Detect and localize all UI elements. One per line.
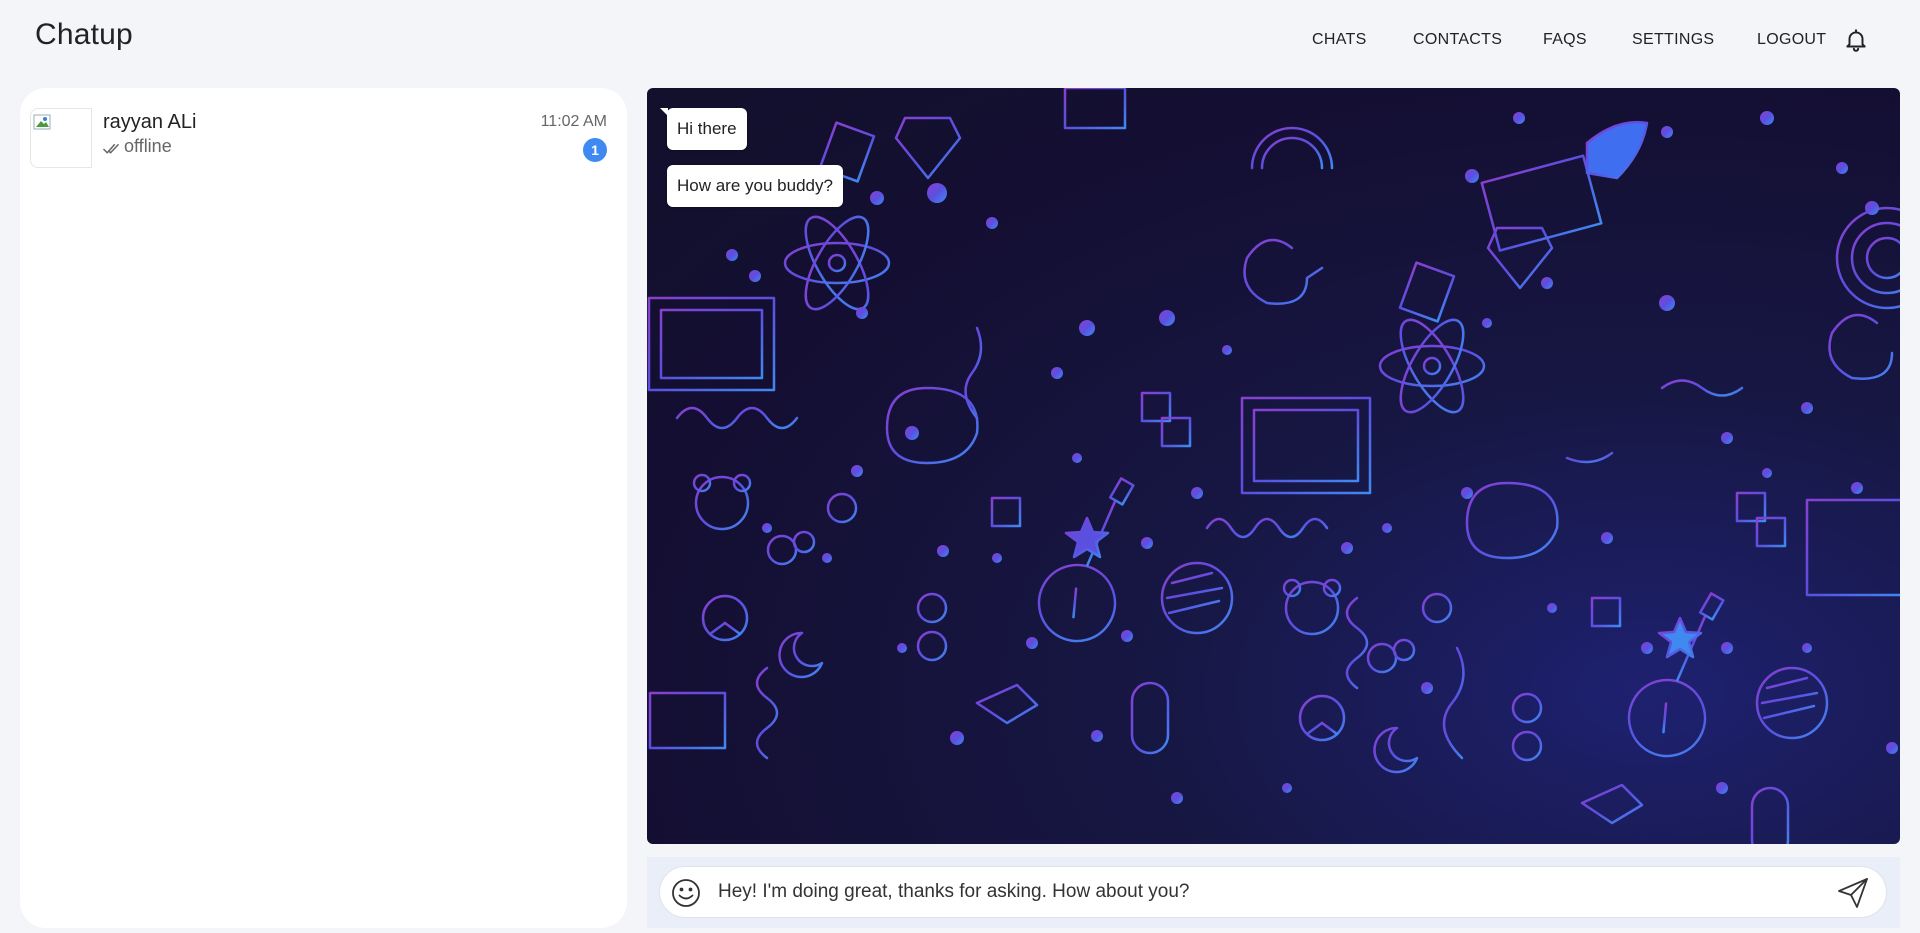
chat-time: 11:02 AM [540,113,607,130]
contact-status: offline [103,136,172,157]
nav-chats[interactable]: CHATS [1312,31,1367,49]
unread-badge: 1 [583,138,607,162]
message-bubble: How are you buddy? [667,165,843,207]
bell-icon[interactable] [1843,26,1869,54]
contact-name: rayyan ALi [103,111,197,133]
nav-contacts[interactable]: CONTACTS [1413,31,1502,49]
double-check-icon [103,140,120,154]
chat-list-item[interactable]: rayyan ALi offline 11:02 AM 1 [20,96,627,168]
emoji-icon[interactable] [670,877,702,909]
nav-settings[interactable]: SETTINGS [1632,31,1714,49]
message-input[interactable] [718,869,1818,915]
chat-list-sidebar: rayyan ALi offline 11:02 AM 1 [20,88,627,928]
nav-faqs[interactable]: FAQS [1543,31,1587,49]
composer-bar [647,857,1900,928]
send-icon[interactable] [1836,876,1870,910]
status-text: offline [124,136,172,156]
nav-logout[interactable]: LOGOUT [1757,31,1826,49]
conversation-pane: Hi there How are you buddy? [647,88,1900,844]
avatar [30,108,92,168]
app-title: Chatup [35,18,133,51]
message-bubble: Hi there [660,108,747,150]
message-composer [659,866,1887,918]
